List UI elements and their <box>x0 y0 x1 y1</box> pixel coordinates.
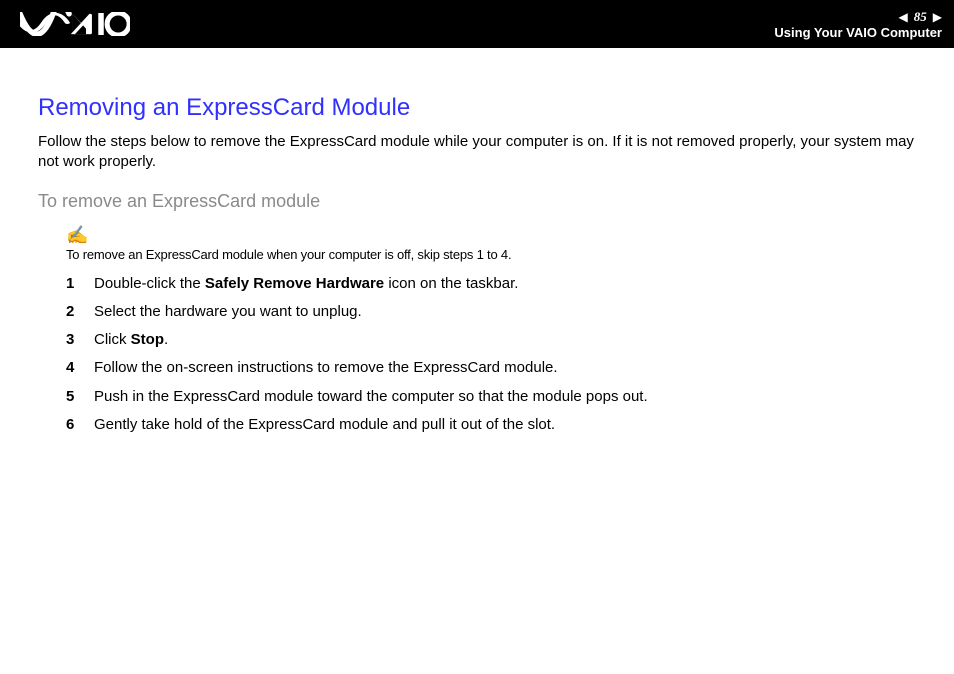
page-number: 85 <box>914 9 927 25</box>
step-number: 6 <box>66 415 94 435</box>
header-right: ◀ 85 ▶ Using Your VAIO Computer <box>774 9 942 40</box>
note-text: To remove an ExpressCard module when you… <box>66 247 511 262</box>
step-text: Gently take hold of the ExpressCard modu… <box>94 415 916 435</box>
steps-list: 1 Double-click the Safely Remove Hardwar… <box>38 274 916 436</box>
list-item: 5 Push in the ExpressCard module toward … <box>38 387 916 407</box>
step-number: 1 <box>66 274 94 294</box>
page-nav: ◀ 85 ▶ <box>899 9 942 25</box>
vaio-logo <box>20 12 130 36</box>
section-label: Using Your VAIO Computer <box>774 25 942 40</box>
note-block: ✍ To remove an ExpressCard module when y… <box>66 226 916 264</box>
note-icon: ✍ <box>66 226 916 244</box>
list-item: 2 Select the hardware you want to unplug… <box>38 302 916 322</box>
prev-page-icon[interactable]: ◀ <box>899 11 908 23</box>
step-text: Select the hardware you want to unplug. <box>94 302 916 322</box>
page-content: Removing an ExpressCard Module Follow th… <box>0 48 954 463</box>
step-text: Push in the ExpressCard module toward th… <box>94 387 916 407</box>
header-bar: ◀ 85 ▶ Using Your VAIO Computer <box>0 0 954 48</box>
list-item: 3 Click Stop. <box>38 330 916 350</box>
list-item: 6 Gently take hold of the ExpressCard mo… <box>38 415 916 435</box>
list-item: 4 Follow the on-screen instructions to r… <box>38 358 916 378</box>
intro-paragraph: Follow the steps below to remove the Exp… <box>38 132 916 173</box>
step-number: 5 <box>66 387 94 407</box>
page-title: Removing an ExpressCard Module <box>38 94 916 122</box>
subheading: To remove an ExpressCard module <box>38 191 916 212</box>
next-page-icon[interactable]: ▶ <box>933 11 942 23</box>
list-item: 1 Double-click the Safely Remove Hardwar… <box>38 274 916 294</box>
step-text: Follow the on-screen instructions to rem… <box>94 358 916 378</box>
step-number: 3 <box>66 330 94 350</box>
step-number: 2 <box>66 302 94 322</box>
step-text: Double-click the Safely Remove Hardware … <box>94 274 916 294</box>
step-text: Click Stop. <box>94 330 916 350</box>
step-number: 4 <box>66 358 94 378</box>
